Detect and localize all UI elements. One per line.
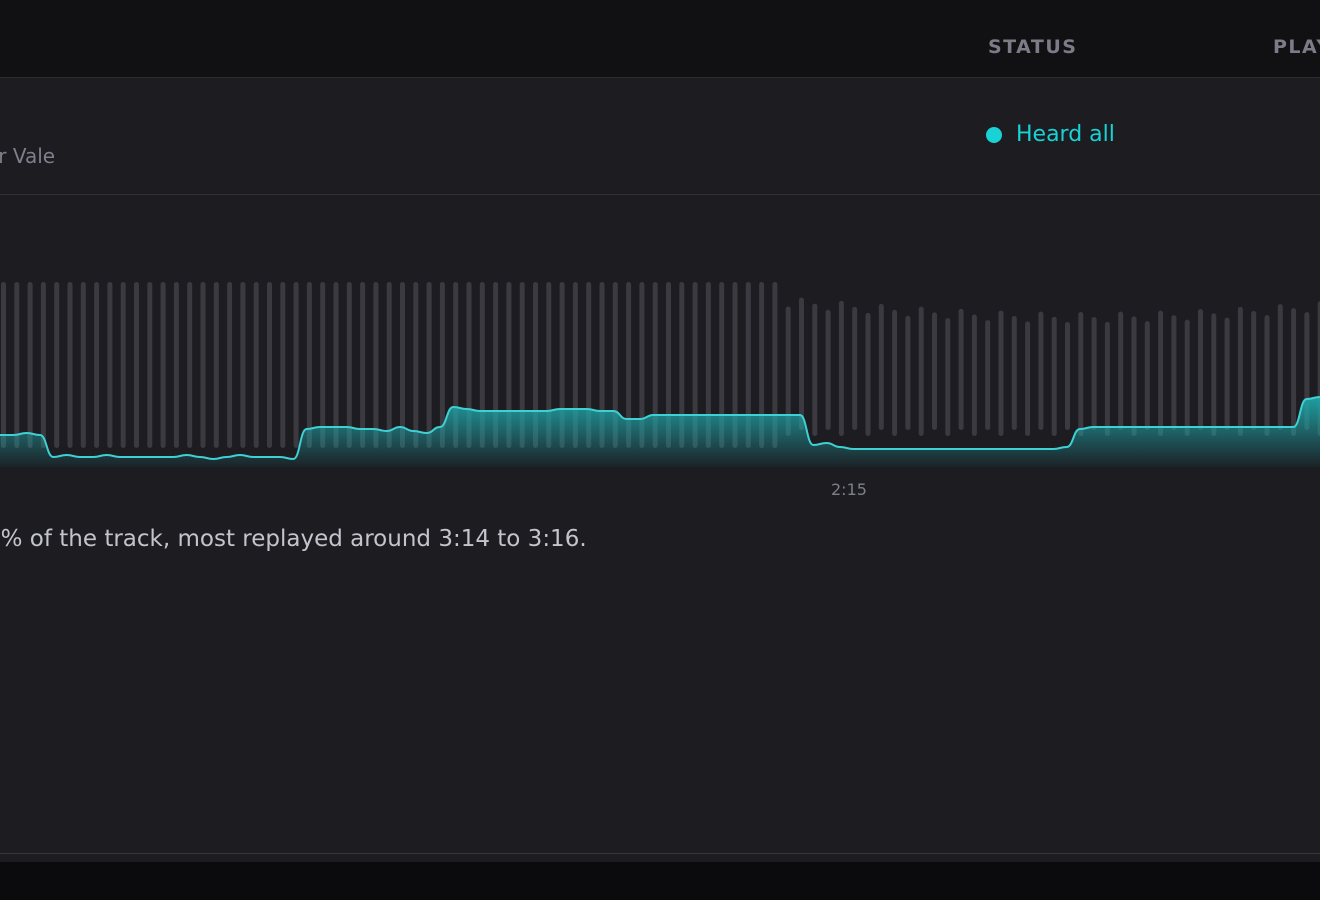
waveform-bar — [1131, 316, 1137, 436]
waveform-bar — [386, 282, 392, 448]
waveform-bar — [1291, 308, 1297, 436]
waveform-bar — [120, 282, 126, 448]
waveform-bar — [293, 282, 299, 448]
listening-waveform[interactable] — [0, 270, 1320, 470]
waveform-bar — [812, 303, 818, 436]
status-label: Heard all — [1016, 122, 1115, 147]
waveform-bar — [267, 282, 272, 448]
waveform-bar — [878, 303, 884, 430]
waveform-bar — [200, 282, 206, 448]
footer-divider — [0, 853, 1320, 854]
waveform-bar — [1118, 311, 1124, 430]
waveform-bar — [1198, 309, 1203, 430]
waveform-bar — [426, 282, 432, 448]
waveform-bar — [147, 282, 153, 448]
waveform-bar — [1251, 310, 1257, 430]
waveform-bar — [320, 282, 326, 448]
waveform-bar — [400, 282, 405, 448]
waveform-bar — [892, 309, 898, 436]
waveform-bar — [1184, 319, 1190, 436]
waveform-bar — [1211, 313, 1217, 436]
waveform-bar — [998, 310, 1004, 436]
time-marker-label: 2:15 — [831, 480, 867, 499]
waveform-bar — [227, 282, 233, 448]
waveform-bar — [1065, 321, 1070, 430]
app-window: STATUS PLAY or Vale Heard all 2:15 0% of… — [0, 0, 1320, 900]
waveform-bar — [306, 282, 312, 448]
waveform-bar — [1224, 317, 1230, 430]
waveform-bar — [213, 282, 219, 448]
waveform-bar — [187, 282, 193, 448]
column-header-status[interactable]: STATUS — [988, 36, 1077, 58]
column-header-plays[interactable]: PLAY — [1273, 36, 1320, 58]
waveform-bar — [240, 282, 246, 448]
waveform-bar — [346, 282, 352, 448]
waveform-bar — [852, 306, 858, 430]
player-footer — [0, 862, 1320, 900]
waveform-bar — [1051, 316, 1057, 436]
waveform-bar — [1025, 321, 1031, 436]
listening-summary: 0% of the track, most replayed around 3:… — [0, 526, 587, 552]
waveform-bar — [373, 282, 379, 448]
waveform-bar — [413, 282, 419, 448]
waveform-bar — [799, 297, 804, 430]
waveform-bar — [1277, 304, 1283, 430]
waveform-bar — [1158, 310, 1164, 436]
status-badge: Heard all — [986, 122, 1115, 147]
waveform-bar — [67, 282, 73, 448]
waveform-bar — [94, 282, 100, 448]
waveform-bar — [1091, 316, 1097, 430]
waveform-bar — [918, 306, 924, 436]
waveform-bar — [1078, 311, 1084, 436]
waveform-bar — [985, 320, 991, 430]
status-dot-icon — [986, 126, 1002, 143]
waveform-bar — [1144, 321, 1150, 430]
table-header: STATUS PLAY — [0, 0, 1320, 78]
waveform-bar — [160, 282, 166, 448]
waveform-bar — [134, 282, 139, 448]
waveform-bar — [40, 282, 46, 448]
waveform-bar — [333, 282, 339, 448]
waveform-bar — [107, 282, 113, 448]
waveform-bar — [945, 318, 951, 436]
waveform-bar — [80, 282, 86, 448]
waveform-bar — [1237, 306, 1243, 436]
waveform-bar — [971, 314, 977, 436]
waveform-bar — [905, 315, 911, 430]
waveform-bar — [1, 282, 6, 448]
waveform-bar — [1104, 321, 1110, 436]
waveform-bar — [280, 282, 286, 448]
waveform-bar — [825, 309, 831, 430]
waveform-bar — [253, 282, 259, 448]
waveform-bar — [1011, 315, 1017, 430]
waveform-bar — [1038, 311, 1044, 430]
waveform-bar — [958, 308, 964, 430]
waveform-bar — [838, 300, 844, 436]
waveform-bar — [360, 282, 366, 448]
waveform-bar — [14, 282, 20, 448]
waveform-bar — [1171, 315, 1177, 430]
waveform-bar — [173, 282, 179, 448]
track-row[interactable]: or Vale Heard all — [0, 78, 1320, 195]
waveform-bar — [865, 312, 871, 436]
waveform-bar — [1264, 315, 1270, 436]
track-artist: or Vale — [0, 144, 56, 168]
waveform-bar — [27, 282, 33, 448]
waveform-bar — [932, 312, 937, 430]
waveform-bar — [54, 282, 60, 448]
